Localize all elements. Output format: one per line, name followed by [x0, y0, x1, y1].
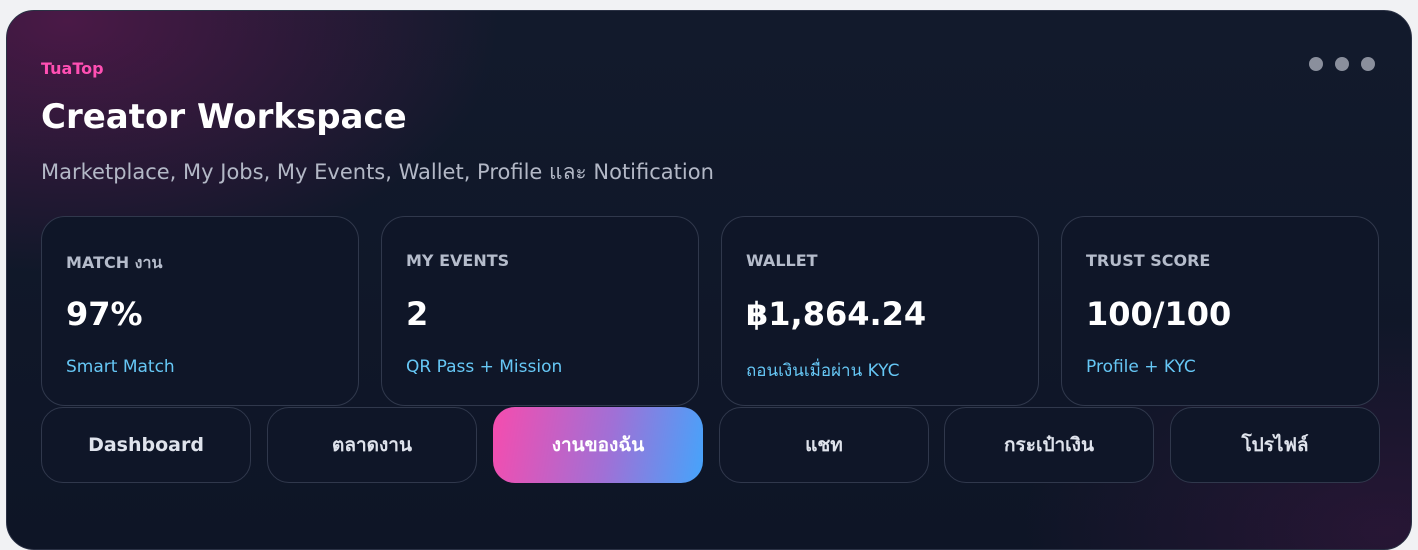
stat-note: Smart Match	[66, 357, 175, 377]
tab-marketplace[interactable]: ตลาดงาน	[267, 407, 477, 483]
dot-1	[1309, 57, 1323, 71]
dot-2	[1335, 57, 1349, 71]
brand-label: TuaTop	[41, 59, 104, 78]
page-title: Creator Workspace	[41, 97, 407, 137]
stat-label: MATCH งาน	[66, 253, 163, 272]
stat-value: ฿1,864.24	[746, 295, 927, 333]
tab-my-jobs[interactable]: งานของฉัน	[493, 407, 703, 483]
tab-chat[interactable]: แชท	[719, 407, 929, 483]
stat-card-events: MY EVENTS 2 QR Pass + Mission	[381, 216, 699, 406]
stat-card-wallet: WALLET ฿1,864.24 ถอนเงินเมื่อผ่าน KYC	[721, 216, 1039, 406]
stat-label: TRUST SCORE	[1086, 251, 1211, 270]
stat-label: WALLET	[746, 251, 818, 270]
stat-card-match: MATCH งาน 97% Smart Match	[41, 216, 359, 406]
workspace-panel: TuaTop Creator Workspace Marketplace, My…	[6, 10, 1412, 550]
page-subtitle: Marketplace, My Jobs, My Events, Wallet,…	[41, 160, 714, 184]
dot-3	[1361, 57, 1375, 71]
stat-note: Profile + KYC	[1086, 357, 1196, 377]
tab-wallet[interactable]: กระเป๋าเงิน	[944, 407, 1154, 483]
stat-value: 2	[406, 295, 429, 333]
stat-card-trust-score: TRUST SCORE 100/100 Profile + KYC	[1061, 216, 1379, 406]
more-dots-icon[interactable]	[1309, 57, 1375, 71]
stat-note: QR Pass + Mission	[406, 357, 563, 377]
tab-profile[interactable]: โปรไฟล์	[1170, 407, 1380, 483]
stat-label: MY EVENTS	[406, 251, 510, 270]
stat-value: 97%	[66, 295, 143, 333]
stat-value: 100/100	[1086, 295, 1232, 333]
stat-note: ถอนเงินเมื่อผ่าน KYC	[746, 361, 900, 381]
tab-dashboard[interactable]: Dashboard	[41, 407, 251, 483]
